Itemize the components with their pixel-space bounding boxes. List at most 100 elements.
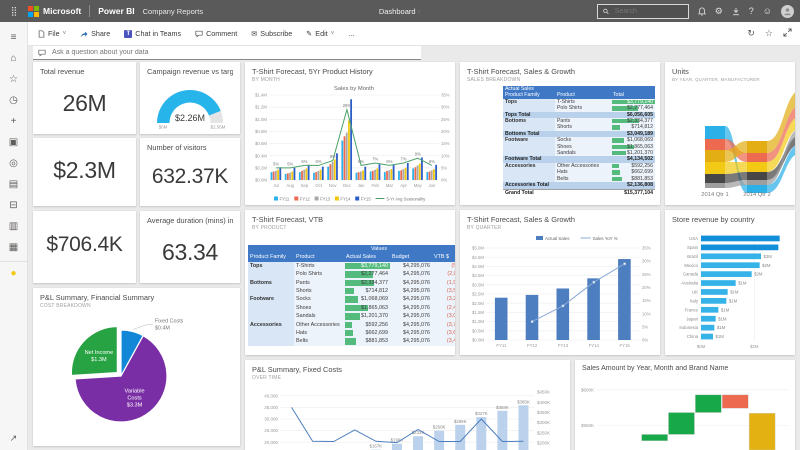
comment-button[interactable]: Comment	[195, 29, 237, 38]
tile-avg-duration[interactable]: Average duration (mins) in s... 63.34	[140, 211, 240, 283]
chat-in-teams-button[interactable]: TChat in Teams	[124, 29, 181, 38]
tile-units-ribbon[interactable]: UnitsBY YEAR, QUARTER, MANUFACTURER 2014…	[665, 62, 795, 205]
dashboard-selector[interactable]: Dashboard ˅	[379, 7, 421, 16]
campaign-gauge-chart[interactable]: $2.26M$0M$2.56M	[140, 76, 240, 134]
store-revenue-chart[interactable]: $0M$2MUSASpainBrazil$2MMexico$2MCanada$2…	[665, 228, 795, 355]
svg-text:$0.0M: $0.0M	[255, 178, 267, 183]
notifications-icon[interactable]	[698, 7, 706, 16]
sidebar-item-favorites[interactable]: ☆	[0, 69, 28, 90]
settings-gear-icon[interactable]: ⚙	[715, 7, 723, 16]
edit-menu[interactable]: ✎Edit˅	[306, 29, 334, 38]
svg-text:FY13: FY13	[558, 343, 569, 348]
sidebar-item-pipelines[interactable]: ⊟	[0, 195, 28, 216]
sidebar-item-apps[interactable]: ▤	[0, 174, 28, 195]
sales-by-month-chart[interactable]: Sales by Month$0.0M$0.2M$0.4M$0.6M$0.8M$…	[245, 82, 455, 205]
kpi-value: $706.4K	[33, 211, 136, 283]
sales-growth-chart[interactable]: $0.0M$0.5M$1.0M$1.5M$2.0M$2.5M$3.0M$3.5M…	[460, 232, 660, 355]
tile-total-revenue[interactable]: Total revenue 26M	[33, 62, 136, 134]
svg-text:Indonesia: Indonesia	[679, 325, 698, 330]
svg-text:FY12: FY12	[527, 343, 538, 348]
sidebar-item-menu[interactable]: ≡	[0, 27, 28, 48]
feedback-smiley-icon[interactable]: ☺	[763, 7, 772, 16]
account-avatar[interactable]	[781, 5, 794, 18]
svg-text:Sep: Sep	[301, 183, 309, 188]
svg-text:5%: 5%	[287, 161, 293, 166]
table-row: Accessories Total$2,136,808	[503, 182, 655, 189]
vtb-table[interactable]: ValuesProduct FamilyProductActual SalesB…	[245, 232, 455, 355]
sidebar-item-recent[interactable]: ◷	[0, 90, 28, 111]
favorite-star-icon[interactable]: ☆	[765, 28, 773, 39]
svg-text:10%: 10%	[441, 153, 450, 158]
svg-text:$1M: $1M	[716, 334, 725, 339]
svg-text:Sales by Month: Sales by Month	[334, 86, 374, 92]
more-options-button[interactable]: ...	[348, 29, 354, 38]
search-input[interactable]	[613, 7, 683, 16]
workspace-name[interactable]: Company Reports	[143, 7, 203, 16]
tile-revenue-23m[interactable]: $2.3M	[33, 138, 136, 206]
share-button[interactable]: Share	[80, 29, 110, 38]
sidebar-item-my-workspace[interactable]: ●	[0, 261, 28, 282]
search-icon	[603, 8, 609, 15]
help-icon[interactable]: ?	[749, 7, 754, 16]
tile-5yr-history[interactable]: T-Shirt Forecast, 5Yr Product HistoryBY …	[245, 62, 455, 205]
divider	[89, 5, 90, 17]
download-icon[interactable]	[732, 7, 740, 16]
waffle-menu-icon[interactable]: ⣿	[0, 6, 28, 17]
tile-campaign-gauge[interactable]: Campaign revenue vs target $2.26M$0M$2.5…	[140, 62, 240, 134]
app-name[interactable]: Power BI	[98, 6, 134, 16]
open-external-icon[interactable]: ↗	[10, 433, 18, 444]
units-ribbon-chart[interactable]: 2014 Qtr 12014 Qtr 2	[665, 86, 795, 205]
tile-store-revenue[interactable]: Store revenue by country $0M$2MUSASpainB…	[665, 210, 795, 355]
qa-input[interactable]	[50, 48, 390, 57]
svg-text:FY14: FY14	[340, 197, 351, 202]
fullscreen-icon[interactable]	[783, 28, 792, 39]
tile-pnl-pie[interactable]: P&L Summary, Financial SummaryCOST BREAK…	[33, 288, 240, 446]
tile-title: Campaign revenue vs target	[147, 67, 233, 76]
svg-text:FY15: FY15	[619, 343, 630, 348]
svg-text:FY11: FY11	[280, 197, 290, 202]
svg-text:$1M: $1M	[721, 307, 730, 312]
svg-text:$2.5M: $2.5M	[472, 292, 484, 297]
microsoft-logo-icon	[28, 6, 39, 17]
table-row: Shorts$714,812$4,295,076(3,580,264.03)-8…	[248, 287, 455, 295]
svg-text:FY11: FY11	[496, 343, 507, 348]
qa-bar[interactable]	[33, 46, 421, 60]
svg-text:7%: 7%	[401, 157, 407, 162]
sidebar-item-learn[interactable]: ▥	[0, 216, 28, 237]
svg-text:May: May	[414, 183, 423, 188]
sidebar-item-browse[interactable]: ▣	[0, 132, 28, 153]
svg-text:$167K: $167K	[370, 444, 383, 449]
sidebar-item-workspaces[interactable]: ▦	[0, 237, 28, 258]
waterfall-chart[interactable]: $600K$550K	[575, 378, 795, 450]
svg-text:France: France	[685, 307, 699, 312]
tile-waterfall[interactable]: Sales Amount by Year, Month and Brand Na…	[575, 360, 795, 450]
svg-text:FY15: FY15	[361, 197, 372, 202]
tile-vtb-table[interactable]: T-Shirt Forecast, VTBBY PRODUCT ValuesPr…	[245, 210, 455, 355]
sidebar-item-create[interactable]: +	[0, 111, 28, 132]
svg-text:Canada: Canada	[683, 272, 699, 277]
comment-icon	[195, 30, 203, 38]
svg-text:$0.6M: $0.6M	[255, 141, 267, 146]
tile-fixed-costs[interactable]: P&L Summary, Fixed CostsOVER TIME 40,000…	[245, 360, 570, 450]
sales-breakdown-table[interactable]: Actual SalesProduct FamilyProductTotalTo…	[460, 84, 660, 205]
subscribe-button[interactable]: ✉Subscribe	[251, 29, 292, 38]
global-search[interactable]	[597, 4, 689, 19]
tile-sales-breakdown[interactable]: T-Shirt Forecast, Sales & GrowthSALES BR…	[460, 62, 660, 205]
svg-text:$1M: $1M	[718, 316, 727, 321]
tile-sales-growth-quarter[interactable]: T-Shirt Forecast, Sales & GrowthBY QUART…	[460, 210, 660, 355]
fixed-costs-chart[interactable]: 40,00035,00030,00025,00020,000$450K$400K…	[245, 384, 570, 450]
tile-revenue-706k[interactable]: $706.4K	[33, 211, 136, 283]
sidebar-item-goals[interactable]: ◎	[0, 153, 28, 174]
svg-text:$2M: $2M	[754, 272, 763, 277]
svg-text:$0.5M: $0.5M	[472, 328, 484, 333]
file-menu[interactable]: File˅	[38, 29, 66, 38]
svg-text:$1.5M: $1.5M	[472, 310, 484, 315]
svg-text:20,000: 20,000	[264, 440, 278, 445]
pnl-pie-chart[interactable]: Fixed Costs$0.4MVariableCosts$3.3MNet In…	[33, 312, 240, 446]
svg-text:$450K: $450K	[537, 390, 550, 395]
svg-text:Variable: Variable	[125, 388, 145, 394]
svg-text:6%: 6%	[429, 159, 435, 164]
refresh-icon[interactable]: ↻	[747, 28, 755, 39]
sidebar-item-home[interactable]: ⌂	[0, 48, 28, 69]
tile-visitors[interactable]: Number of visitors 632.37K	[140, 138, 240, 206]
